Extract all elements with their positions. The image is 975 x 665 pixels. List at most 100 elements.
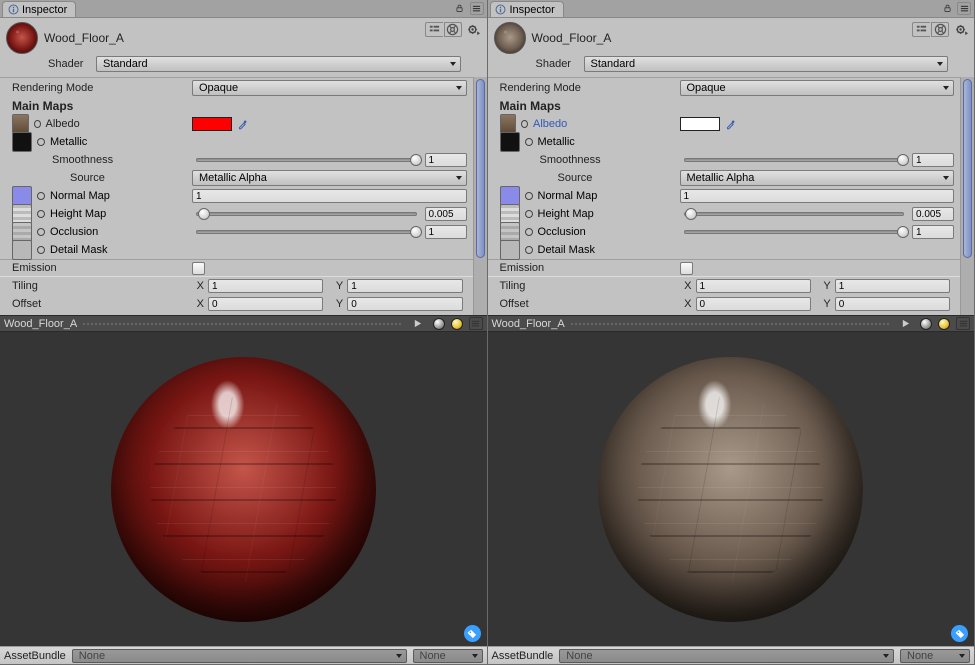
gear-icon[interactable] (952, 22, 970, 37)
detail-mask-texture-slot[interactable] (12, 240, 32, 260)
tab-inspector[interactable]: Inspector (490, 1, 564, 17)
shader-dropdown[interactable]: Standard (584, 56, 949, 72)
height-field[interactable]: 0.005 (912, 207, 954, 221)
tag-icon[interactable] (464, 625, 481, 642)
scrollbar-thumb[interactable] (476, 79, 485, 258)
albedo-texture-picker-icon[interactable] (521, 120, 528, 128)
metallic-texture-slot[interactable] (12, 132, 32, 152)
normal-field[interactable]: 1 (680, 189, 955, 203)
metallic-texture-picker-icon[interactable] (525, 138, 533, 146)
detail-mask-texture-picker-icon[interactable] (525, 246, 533, 254)
normal-texture-slot[interactable] (12, 186, 32, 206)
eyedropper-icon[interactable] (724, 117, 738, 131)
slider-knob[interactable] (410, 226, 422, 238)
preview-shape-icon[interactable] (433, 318, 445, 330)
tab-inspector[interactable]: Inspector (2, 1, 76, 17)
scrollbar-thumb[interactable] (963, 79, 972, 258)
occlusion-texture-picker-icon[interactable] (37, 228, 45, 236)
preview-light-icon[interactable] (938, 318, 950, 330)
panel-menu-icon[interactable] (470, 2, 484, 15)
albedo-texture-picker-icon[interactable] (34, 120, 41, 128)
scrollbar[interactable] (960, 77, 974, 315)
smoothness-field[interactable]: 1 (912, 153, 954, 167)
tag-icon[interactable] (951, 625, 968, 642)
occlusion-field[interactable]: 1 (912, 225, 954, 239)
albedo-texture-slot[interactable] (500, 114, 517, 134)
detail-mask-texture-slot[interactable] (500, 240, 520, 260)
slider-knob[interactable] (897, 154, 909, 166)
tiling-y-field[interactable]: 1 (835, 279, 950, 293)
height-slider[interactable] (684, 212, 905, 216)
panel-menu-icon[interactable] (957, 2, 971, 15)
slider-knob[interactable] (685, 208, 697, 220)
normal-texture-picker-icon[interactable] (37, 192, 45, 200)
occlusion-texture-picker-icon[interactable] (525, 228, 533, 236)
tiling-y-field[interactable]: 1 (347, 279, 462, 293)
height-slider[interactable] (196, 212, 417, 216)
offset-x-field[interactable]: 0 (696, 297, 811, 311)
tiling-x-field[interactable]: 1 (208, 279, 323, 293)
height-texture-slot[interactable] (12, 204, 32, 224)
scrollbar[interactable] (473, 77, 487, 315)
assetbundle-variant-dropdown[interactable]: None (900, 649, 970, 663)
emission-checkbox[interactable] (192, 262, 205, 275)
occlusion-texture-slot[interactable] (12, 222, 32, 242)
normal-texture-picker-icon[interactable] (525, 192, 533, 200)
preset-button[interactable] (425, 22, 443, 37)
preview-menu-icon[interactable] (956, 317, 970, 330)
detail-mask-texture-picker-icon[interactable] (37, 246, 45, 254)
lock-icon[interactable] (453, 2, 467, 15)
shader-dropdown-wrap: Standard (96, 56, 461, 72)
smoothness-ctrls: 1 (680, 153, 959, 167)
offset-x-field[interactable]: 0 (208, 297, 323, 311)
preview-shape-icon[interactable] (920, 318, 932, 330)
preset-button[interactable] (912, 22, 930, 37)
height-texture-slot[interactable] (500, 204, 520, 224)
shader-dropdown[interactable]: Standard (96, 56, 461, 72)
height-texture-picker-icon[interactable] (525, 210, 533, 218)
assetbundle-dropdown[interactable]: None (72, 649, 407, 663)
slider-knob[interactable] (410, 154, 422, 166)
normal-texture-slot[interactable] (500, 186, 520, 206)
albedo-color-swatch[interactable] (192, 117, 232, 131)
height-field[interactable]: 0.005 (425, 207, 467, 221)
tiling-x-field[interactable]: 1 (696, 279, 811, 293)
assetbundle-variant-dropdown[interactable]: None (413, 649, 483, 663)
preview-menu-icon[interactable] (469, 317, 483, 330)
play-icon[interactable] (409, 317, 427, 331)
help-button[interactable] (444, 22, 462, 37)
lock-icon[interactable] (940, 2, 954, 15)
preview-light-icon[interactable] (451, 318, 463, 330)
play-icon[interactable] (896, 317, 914, 331)
offset-y-field[interactable]: 0 (835, 297, 950, 311)
rendering-mode-dropdown[interactable]: Opaque (192, 80, 467, 96)
metallic-texture-slot[interactable] (500, 132, 520, 152)
offset-y-field[interactable]: 0 (347, 297, 462, 311)
preview-stage[interactable] (0, 332, 487, 646)
albedo-texture-slot[interactable] (12, 114, 29, 134)
rendering-mode-dropdown[interactable]: Opaque (680, 80, 955, 96)
smoothness-slider[interactable] (196, 158, 417, 162)
assetbundle-dropdown[interactable]: None (559, 649, 894, 663)
slider-knob[interactable] (897, 226, 909, 238)
offset-x-label: X (192, 298, 204, 310)
occlusion-field[interactable]: 1 (425, 225, 467, 239)
emission-checkbox[interactable] (680, 262, 693, 275)
albedo-color-swatch[interactable] (680, 117, 720, 131)
smoothness-slider[interactable] (684, 158, 905, 162)
occlusion-slider[interactable] (196, 230, 417, 234)
height-texture-picker-icon[interactable] (37, 210, 45, 218)
normal-field[interactable]: 1 (192, 189, 467, 203)
preview-stage[interactable] (488, 332, 975, 646)
source-dropdown[interactable]: Metallic Alpha (680, 170, 955, 186)
slider-knob[interactable] (198, 208, 210, 220)
source-dropdown[interactable]: Metallic Alpha (192, 170, 467, 186)
occlusion-slider[interactable] (684, 230, 905, 234)
help-button[interactable] (931, 22, 949, 37)
metallic-texture-picker-icon[interactable] (37, 138, 45, 146)
normal-label: Normal Map (50, 190, 110, 202)
smoothness-field[interactable]: 1 (425, 153, 467, 167)
gear-icon[interactable] (465, 22, 483, 37)
occlusion-texture-slot[interactable] (500, 222, 520, 242)
eyedropper-icon[interactable] (236, 117, 250, 131)
